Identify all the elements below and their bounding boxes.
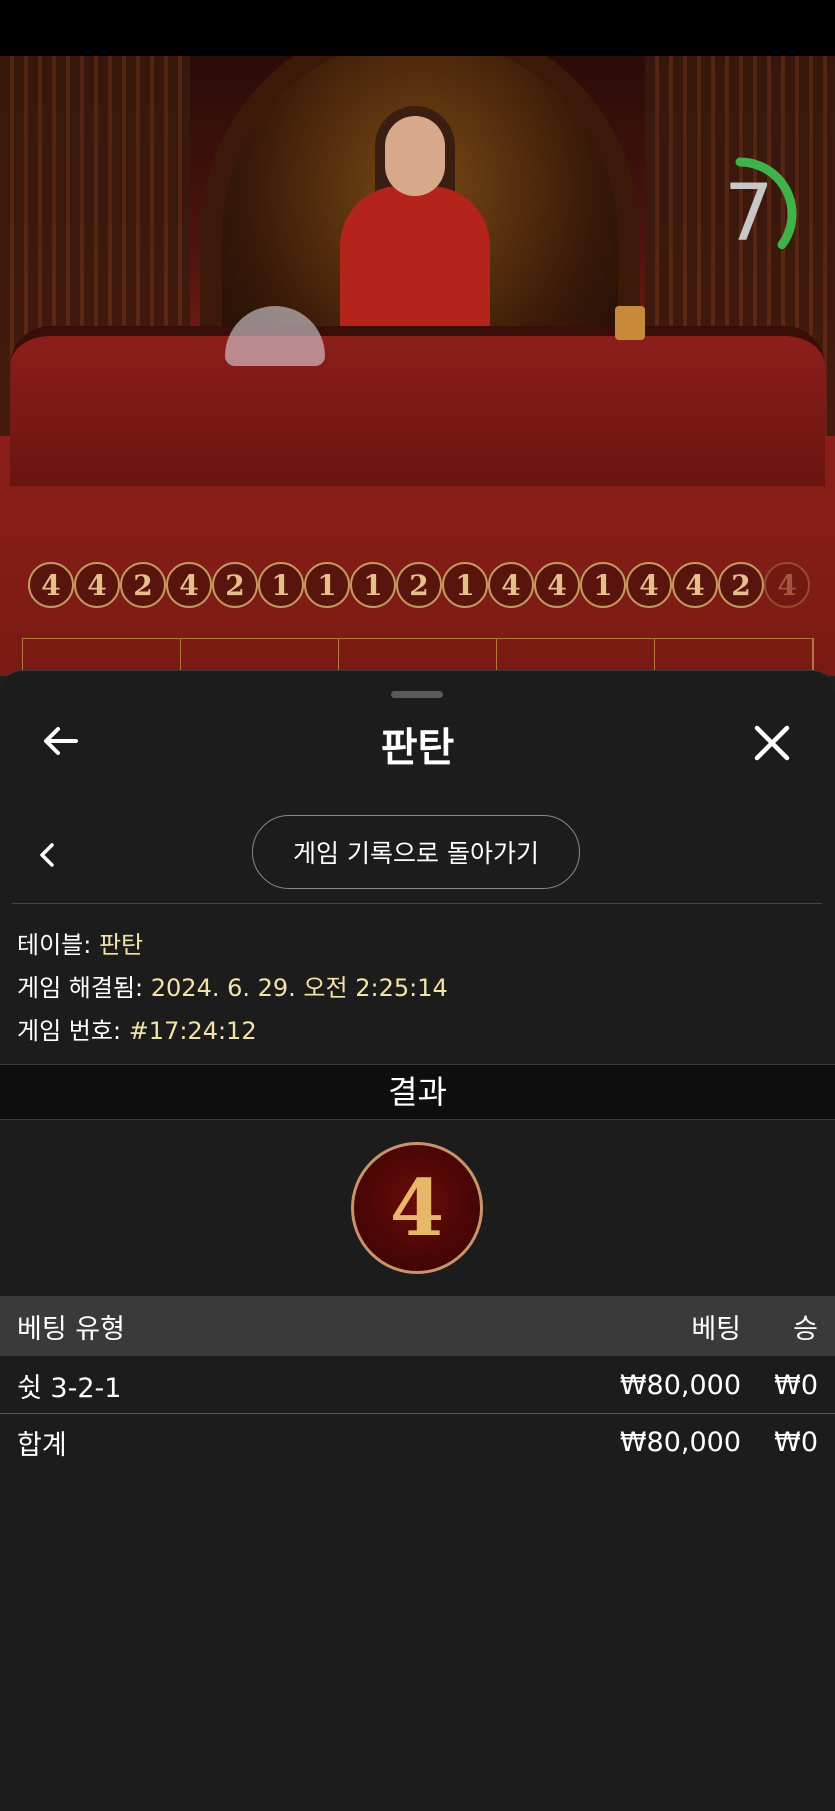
bead-road-item: 4 [488,562,534,608]
game-table [10,326,825,486]
bead-road-item: 4 [28,562,74,608]
bead-road-item: 1 [442,562,488,608]
info-resolved-label: 게임 해결됨: [17,974,144,1002]
dealer-head [385,116,445,196]
info-game-number-value: #17:24:12 [128,1017,257,1045]
total-win-amount: ₩0 [774,1426,818,1458]
bead-road-item: 4 [534,562,580,608]
bead-road-item: 4 [672,562,718,608]
info-game-number-label: 게임 번호: [17,1017,122,1045]
bowl [615,306,645,340]
result-header: 결과 [0,1064,835,1120]
bead-road-item: 2 [120,562,166,608]
bead-road-item: 2 [396,562,442,608]
bead-road-item: 4 [626,562,672,608]
divider [12,903,822,904]
info-table: 테이블: 판탄 [17,925,143,960]
bead-road: 44242111214414424 [28,562,810,618]
bead-road-item: 4 [166,562,212,608]
bead-road-item: 1 [258,562,304,608]
drag-handle[interactable] [391,691,443,698]
bead-road-item: 1 [350,562,396,608]
bead-road-item: 1 [304,562,350,608]
header-bet-type: 베팅 유형 [17,1313,125,1345]
bead-road-item: 4 [764,562,810,608]
table-row: 쉿 3-2-1 ₩80,000 ₩0 [0,1357,835,1414]
header-bet: 베팅 [691,1313,741,1345]
total-label: 합계 [17,1429,67,1461]
bead-road-item: 2 [718,562,764,608]
countdown-timer: 7 [690,157,797,271]
info-resolved: 게임 해결됨: 2024. 6. 29. 오전 2:25:14 [17,968,448,1003]
info-table-label: 테이블: [17,931,92,959]
bets-table-header: 베팅 유형 베팅 승 [0,1296,835,1356]
bead-road-item: 1 [580,562,626,608]
result-ball: 4 [351,1142,483,1274]
status-bar [0,0,835,56]
info-table-value: 판탄 [98,931,144,959]
panel-title: 판탄 [380,725,455,771]
close-icon[interactable] [752,723,792,763]
chevron-left-icon[interactable] [34,839,62,871]
bead-road-item: 2 [212,562,258,608]
timer-value: 7 [724,169,774,259]
header-win: 승 [793,1313,818,1345]
total-bet-amount: ₩80,000 [619,1426,741,1458]
row-win-amount: ₩0 [774,1369,818,1401]
row-bet-amount: ₩80,000 [619,1369,741,1401]
game-detail-panel: 판탄 게임 기록으로 돌아가기 테이블: 판탄 게임 해결됨: 2024. 6.… [0,670,835,1811]
info-resolved-value: 2024. 6. 29. 오전 2:25:14 [150,974,448,1002]
info-game-number: 게임 번호: #17:24:12 [17,1011,257,1046]
bead-road-item: 4 [74,562,120,608]
back-to-history-button[interactable]: 게임 기록으로 돌아가기 [252,815,580,889]
row-bet-type: 쉿 3-2-1 [17,1372,122,1404]
total-row: 합계 ₩80,000 ₩0 [0,1414,835,1470]
